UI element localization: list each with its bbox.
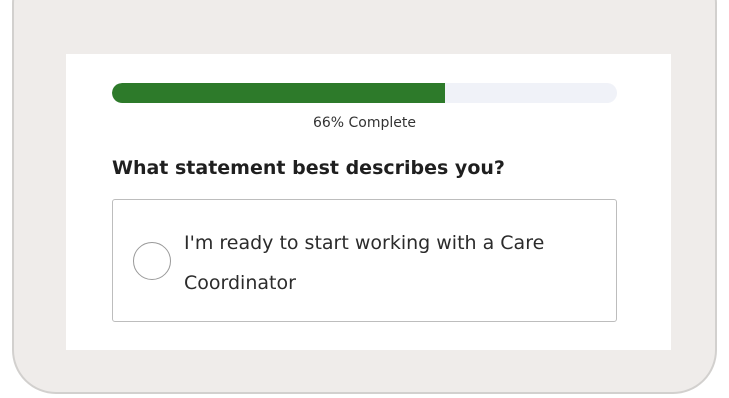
answer-option-care-coordinator[interactable]: I'm ready to start working with a Care C… [112, 199, 617, 322]
progress-bar-fill [112, 83, 446, 103]
answer-option-label: I'm ready to start working with a Care C… [184, 232, 545, 294]
question-title: What statement best describes you? [112, 157, 505, 179]
radio-button-icon[interactable] [133, 242, 171, 280]
survey-card: 66% Complete What statement best describ… [66, 54, 671, 350]
progress-bar [112, 83, 617, 103]
progress-label: 66% Complete [312, 115, 417, 131]
